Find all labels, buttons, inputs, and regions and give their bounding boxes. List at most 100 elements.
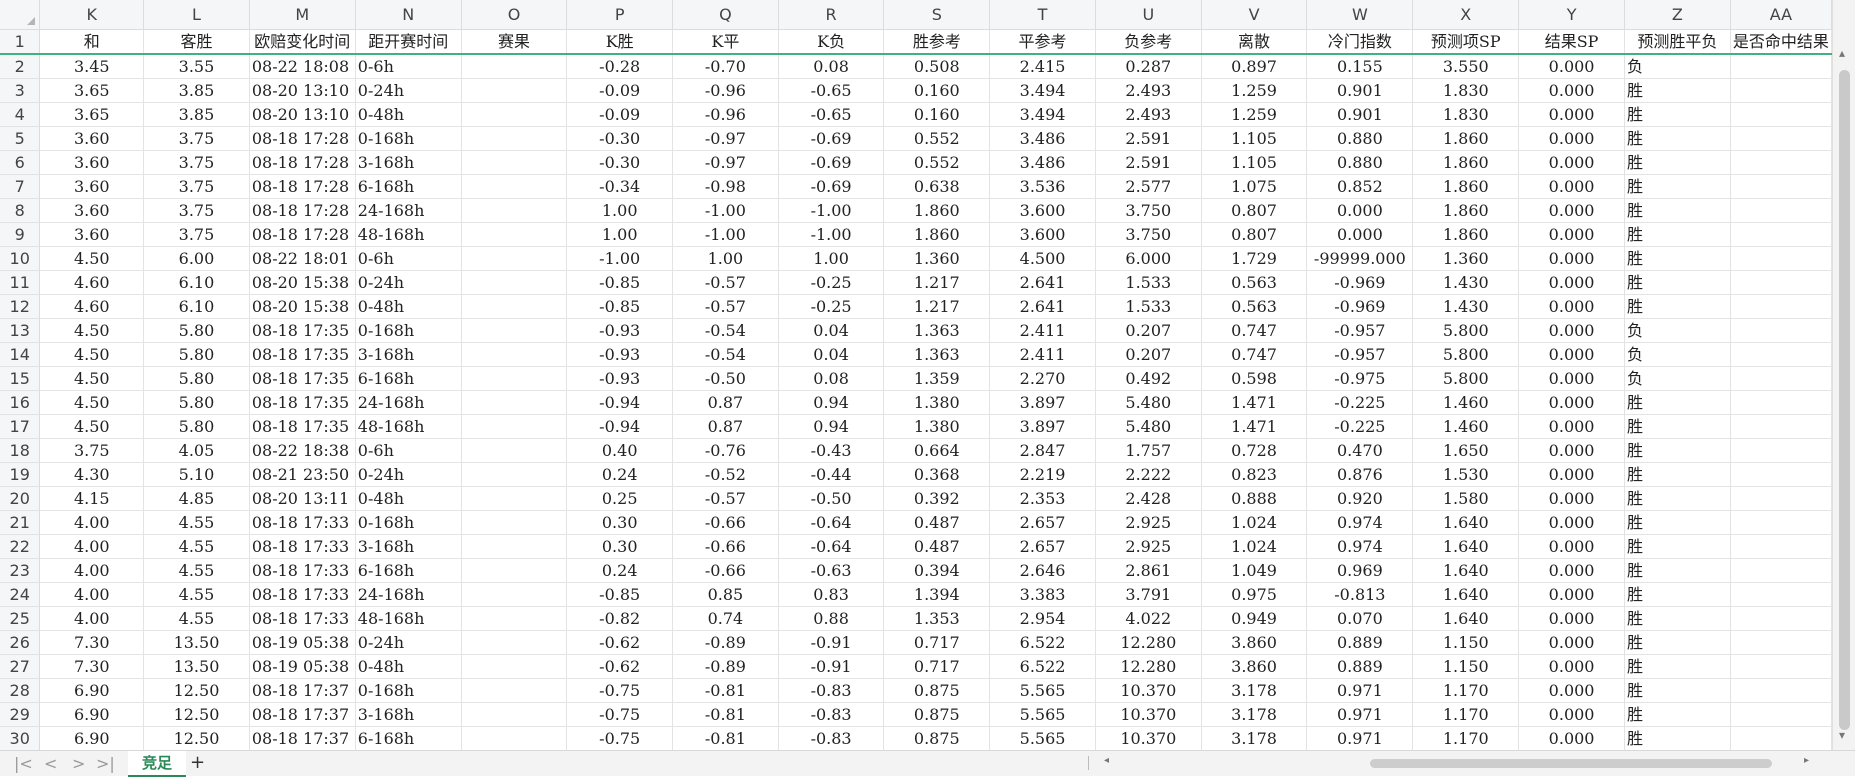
table-cell[interactable]	[1730, 150, 1832, 175]
table-cell[interactable]: 08-20 13:10	[249, 78, 356, 103]
select-all-corner[interactable]	[0, 0, 41, 30]
table-cell[interactable]: 08-18 17:28	[249, 222, 356, 247]
column-header-r[interactable]: R	[778, 0, 885, 30]
table-cell[interactable]	[461, 630, 568, 655]
table-cell[interactable]: 4.05	[143, 438, 250, 463]
table-cell[interactable]	[1730, 174, 1832, 199]
table-cell[interactable]	[1730, 366, 1832, 391]
table-cell[interactable]: -0.225	[1306, 414, 1414, 439]
column-header-y[interactable]: Y	[1518, 0, 1625, 30]
table-cell[interactable]	[461, 318, 568, 343]
table-cell[interactable]: 1.640	[1412, 558, 1520, 583]
row-header[interactable]: 29	[0, 702, 41, 727]
table-cell[interactable]: 0.880	[1306, 150, 1414, 175]
table-cell[interactable]: 0.717	[883, 630, 991, 655]
table-cell[interactable]: 0.807	[1201, 222, 1308, 247]
table-cell[interactable]: -0.813	[1306, 582, 1414, 607]
table-cell[interactable]: 3-168h	[355, 702, 462, 727]
table-cell[interactable]: 2.411	[989, 342, 1096, 367]
table-cell[interactable]: 3.178	[1201, 702, 1308, 727]
table-cell[interactable]: 胜	[1624, 630, 1731, 655]
table-cell[interactable]: 2.847	[989, 438, 1096, 463]
table-cell[interactable]: 1.105	[1201, 150, 1308, 175]
table-cell[interactable]: 2.925	[1095, 510, 1202, 535]
table-cell[interactable]: 3.55	[143, 54, 250, 79]
table-cell[interactable]: 胜	[1624, 486, 1731, 511]
table-cell[interactable]: 0.664	[883, 438, 991, 463]
row-header[interactable]: 30	[0, 726, 41, 750]
table-cell[interactable]: 1.170	[1412, 678, 1520, 703]
table-cell[interactable]: 3.60	[39, 198, 145, 223]
table-cell[interactable]	[1730, 222, 1832, 247]
column-header-s[interactable]: S	[883, 0, 991, 30]
table-cell[interactable]: 48-168h	[355, 414, 462, 439]
row-header[interactable]: 14	[0, 342, 41, 367]
table-cell[interactable]	[1730, 678, 1832, 703]
table-cell[interactable]: 1.150	[1412, 654, 1520, 679]
table-cell[interactable]: 0.30	[566, 510, 674, 535]
header-cell[interactable]: 预测胜平负	[1624, 29, 1731, 55]
table-cell[interactable]: 3.60	[39, 126, 145, 151]
table-cell[interactable]: 0.08	[778, 54, 885, 79]
table-cell[interactable]: -0.96	[672, 78, 779, 103]
table-cell[interactable]	[1730, 462, 1832, 487]
table-cell[interactable]: 13.50	[143, 630, 250, 655]
header-cell[interactable]: 欧赔变化时间	[249, 29, 356, 55]
table-cell[interactable]: 08-18 17:33	[249, 582, 356, 607]
table-cell[interactable]: 08-19 05:38	[249, 630, 356, 655]
table-cell[interactable]	[1730, 414, 1832, 439]
table-cell[interactable]: -0.50	[672, 366, 779, 391]
table-cell[interactable]: 0.971	[1306, 678, 1414, 703]
table-cell[interactable]: 08-18 17:33	[249, 558, 356, 583]
table-cell[interactable]: 5.80	[143, 414, 250, 439]
table-cell[interactable]: 0.901	[1306, 78, 1414, 103]
table-cell[interactable]: -0.30	[566, 150, 674, 175]
row-header[interactable]: 17	[0, 414, 41, 439]
table-cell[interactable]: 0.000	[1518, 702, 1625, 727]
table-cell[interactable]: 胜	[1624, 126, 1731, 151]
table-cell[interactable]: 0.000	[1518, 342, 1625, 367]
table-cell[interactable]	[1730, 438, 1832, 463]
table-cell[interactable]: 0.747	[1201, 318, 1308, 343]
table-cell[interactable]: -0.62	[566, 630, 674, 655]
header-cell[interactable]: 胜参考	[883, 29, 991, 55]
table-cell[interactable]: 0-48h	[355, 654, 462, 679]
table-cell[interactable]: 08-18 17:28	[249, 126, 356, 151]
table-cell[interactable]: -0.66	[672, 558, 779, 583]
table-cell[interactable]: 3.85	[143, 78, 250, 103]
table-cell[interactable]	[461, 222, 568, 247]
table-cell[interactable]: 胜	[1624, 78, 1731, 103]
table-cell[interactable]: 负	[1624, 318, 1731, 343]
table-cell[interactable]: 1.00	[672, 246, 779, 271]
table-cell[interactable]: 3.75	[143, 150, 250, 175]
table-cell[interactable]: 3.60	[39, 174, 145, 199]
table-cell[interactable]: 1.860	[883, 222, 991, 247]
table-cell[interactable]: 0.000	[1518, 222, 1625, 247]
table-cell[interactable]	[461, 534, 568, 559]
table-cell[interactable]: 0-24h	[355, 78, 462, 103]
table-cell[interactable]: 08-22 18:38	[249, 438, 356, 463]
table-cell[interactable]: 2.591	[1095, 126, 1202, 151]
table-cell[interactable]: 08-20 15:38	[249, 270, 356, 295]
table-cell[interactable]: -0.76	[672, 438, 779, 463]
table-cell[interactable]: -0.50	[778, 486, 885, 511]
table-cell[interactable]: 1.394	[883, 582, 991, 607]
table-cell[interactable]: 5.80	[143, 318, 250, 343]
table-cell[interactable]: 0.897	[1201, 54, 1308, 79]
table-cell[interactable]: 5.565	[989, 702, 1096, 727]
table-cell[interactable]: -0.91	[778, 654, 885, 679]
row-header[interactable]: 15	[0, 366, 41, 391]
table-cell[interactable]: 1.170	[1412, 702, 1520, 727]
row-header[interactable]: 9	[0, 222, 41, 247]
table-cell[interactable]: 3-168h	[355, 342, 462, 367]
table-cell[interactable]: 2.861	[1095, 558, 1202, 583]
table-cell[interactable]: 0-48h	[355, 486, 462, 511]
table-cell[interactable]: 2.925	[1095, 534, 1202, 559]
table-cell[interactable]: 0.487	[883, 510, 991, 535]
table-cell[interactable]: 0-168h	[355, 510, 462, 535]
table-cell[interactable]: 4.00	[39, 606, 145, 631]
table-cell[interactable]: 1.640	[1412, 510, 1520, 535]
table-cell[interactable]: 0.000	[1518, 366, 1625, 391]
table-cell[interactable]: 3.791	[1095, 582, 1202, 607]
table-cell[interactable]: 2.353	[989, 486, 1096, 511]
